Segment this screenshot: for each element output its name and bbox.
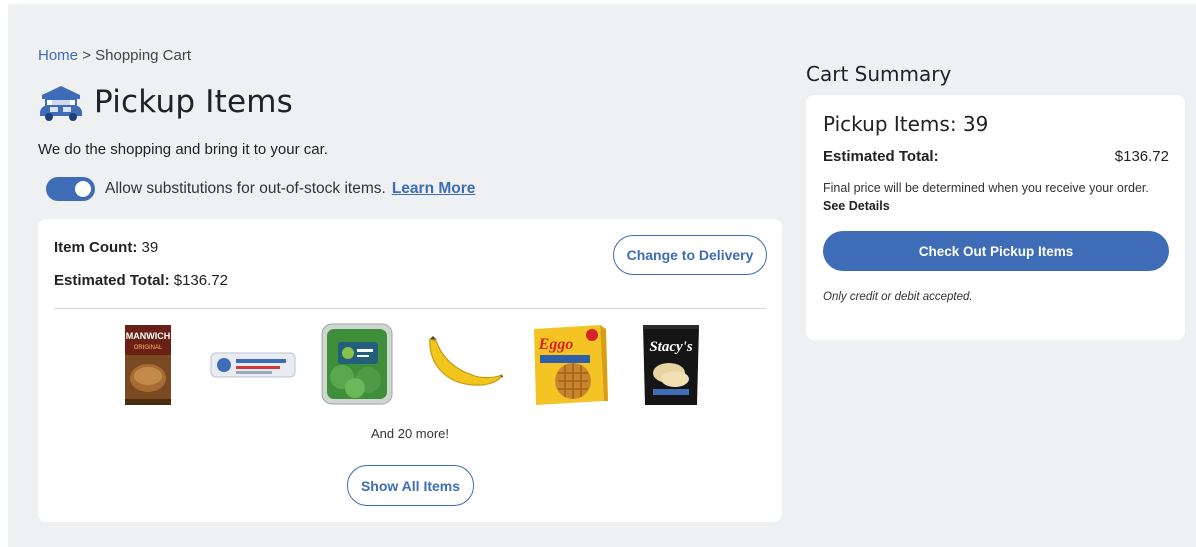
page-subtitle: We do the shopping and bring it to your … <box>38 141 328 158</box>
summary-pickup-items: Pickup Items: 39 <box>823 112 989 136</box>
summary-total-value: $136.72 <box>1114 148 1169 165</box>
item-count: Item Count: 39 <box>54 239 158 256</box>
toggle-knob <box>75 181 91 197</box>
breadcrumb-home-link[interactable]: Home <box>38 47 78 64</box>
summary-total-label: Estimated Total: <box>823 148 939 165</box>
check-out-pickup-items-button[interactable]: Check Out Pickup Items <box>823 231 1169 271</box>
estimated-total-label: Estimated Total: <box>54 272 170 289</box>
car-pickup-icon <box>40 86 82 121</box>
item-count-label: Item Count: <box>54 239 138 256</box>
breadcrumb-current: Shopping Cart <box>95 47 192 64</box>
show-all-items-button[interactable]: Show All Items <box>347 465 474 506</box>
page-title: Pickup Items <box>94 84 293 120</box>
divider <box>54 308 766 309</box>
stacys-chips-bag-image[interactable]: Stacy's <box>639 323 703 407</box>
more-items-text: And 20 more! <box>370 426 450 441</box>
summary-price-note: Final price will be determined when you … <box>823 179 1163 215</box>
eggo-label: Eggo <box>538 336 574 353</box>
product-thumbnails: MANWICH ORIGINAL Eggo Stacy's <box>38 319 782 414</box>
see-details-link[interactable]: See Details <box>823 199 890 213</box>
substitutions-toggle[interactable] <box>46 177 95 201</box>
payment-note: Only credit or debit accepted. <box>823 291 973 303</box>
substitutions-row: Allow substitutions for out-of-stock ite… <box>46 177 475 201</box>
item-count-value: 39 <box>141 239 159 256</box>
egg-carton-image[interactable] <box>210 350 296 380</box>
manwich-sublabel: ORIGINAL <box>134 345 163 351</box>
substitutions-label: Allow substitutions for out-of-stock ite… <box>105 180 386 197</box>
estimated-total-value: $136.72 <box>173 272 228 289</box>
cart-summary-card: Pickup Items: 39 Estimated Total: $136.7… <box>806 95 1185 340</box>
change-to-delivery-button[interactable]: Change to Delivery <box>613 235 767 275</box>
manwich-can-image[interactable]: MANWICH ORIGINAL <box>122 323 174 407</box>
breadcrumb-separator: > <box>82 47 91 64</box>
breadcrumb: Home > Shopping Cart <box>38 47 191 64</box>
title-row: Pickup Items <box>38 82 293 122</box>
spinach-container-image[interactable] <box>320 322 394 406</box>
stacys-label: Stacy's <box>649 339 692 355</box>
manwich-label: MANWICH <box>126 331 171 341</box>
eggo-waffles-box-image[interactable]: Eggo <box>528 323 608 407</box>
pickup-cart-card: Item Count: 39 Estimated Total: $136.72 … <box>38 219 782 522</box>
estimated-total: Estimated Total: $136.72 <box>54 272 228 289</box>
summary-note-text: Final price will be determined when you … <box>823 181 1149 195</box>
learn-more-link[interactable]: Learn More <box>392 180 476 198</box>
cart-summary-heading: Cart Summary <box>806 62 952 86</box>
banana-image[interactable] <box>424 335 504 395</box>
